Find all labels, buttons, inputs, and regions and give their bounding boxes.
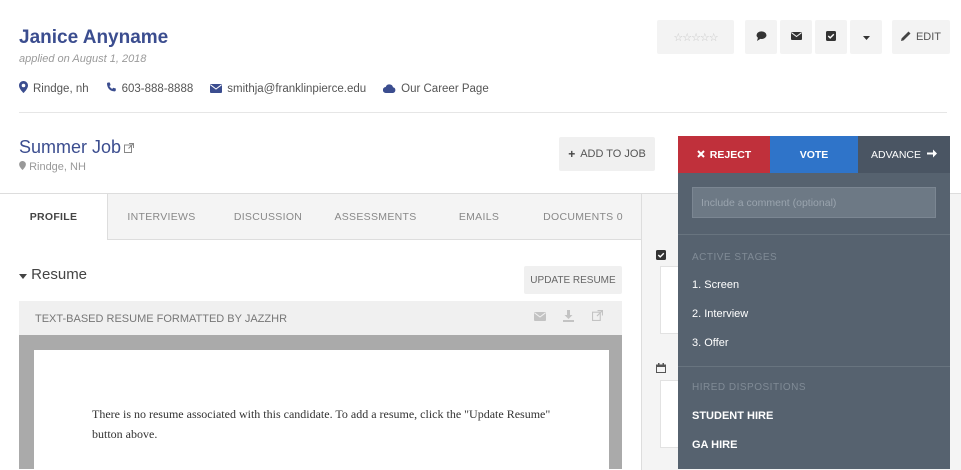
job-title[interactable]: Summer Job — [19, 137, 135, 158]
edit-label: EDIT — [915, 31, 942, 43]
menu-divider — [678, 366, 950, 367]
email-button[interactable] — [780, 20, 812, 54]
resume-empty-message: There is no resume associated with this … — [92, 407, 551, 441]
update-resume-button[interactable]: UPDATE RESUME — [524, 266, 622, 294]
location-text: Rindge, nh — [33, 82, 89, 95]
menu-divider — [678, 234, 950, 235]
plus-icon: + — [568, 147, 576, 161]
email-resume-icon[interactable] — [534, 310, 546, 324]
close-icon — [697, 149, 705, 161]
pencil-icon — [900, 31, 911, 44]
hired-option-student-hire[interactable]: STUDENT HIRE — [692, 410, 773, 422]
more-dropdown-button[interactable] — [850, 20, 882, 54]
tab-profile[interactable]: PROFILE — [0, 194, 108, 240]
stage-option-offer[interactable]: 3. Offer — [692, 337, 728, 349]
add-to-job-label: ADD TO JOB — [580, 148, 646, 160]
location-item: Rindge, nh — [19, 81, 89, 96]
rating-stars[interactable]: ☆☆☆☆☆ — [657, 20, 734, 54]
job-location-text: Rindge, NH — [29, 161, 86, 173]
candidate-name: Janice Anyname — [19, 27, 169, 48]
email-item[interactable]: smithja@franklinpierce.edu — [210, 82, 366, 96]
map-pin-icon — [19, 81, 28, 96]
resume-heading[interactable]: Resume — [19, 266, 87, 283]
advance-label: ADVANCE — [871, 148, 921, 161]
envelope-icon — [790, 31, 802, 43]
add-to-job-button[interactable]: + ADD TO JOB — [559, 137, 655, 171]
tab-assessments[interactable]: ASSESSMENTS — [323, 194, 428, 239]
email-text[interactable]: smithja@franklinpierce.edu — [227, 83, 366, 95]
checkbox-icon — [826, 30, 836, 44]
phone-icon — [106, 82, 117, 96]
tab-discussion[interactable]: DISCUSSION — [220, 194, 316, 239]
envelope-icon — [210, 82, 223, 96]
resume-toolbar-title: TEXT-BASED RESUME FORMATTED BY JAZZHR — [35, 313, 288, 325]
job-title-text[interactable]: Summer Job — [19, 137, 121, 157]
open-external-icon[interactable] — [592, 310, 603, 324]
reject-button[interactable]: REJECT — [678, 136, 770, 173]
task-button[interactable] — [815, 20, 847, 54]
header-divider — [19, 112, 947, 113]
stage-option-screen[interactable]: 1. Screen — [692, 279, 739, 291]
career-page-item[interactable]: Our Career Page — [382, 82, 489, 96]
stage-option-interview[interactable]: 2. Interview — [692, 308, 748, 320]
phone-text[interactable]: 603-888-8888 — [122, 83, 194, 95]
edit-button[interactable]: EDIT — [892, 20, 950, 54]
checkbox-icon — [656, 250, 666, 263]
hired-dispositions-header: HIRED DISPOSITIONS — [692, 382, 807, 393]
applied-date: applied on August 1, 2018 — [19, 53, 147, 65]
external-link-icon[interactable] — [124, 142, 135, 156]
vote-button[interactable]: VOTE — [770, 136, 858, 173]
career-page-text[interactable]: Our Career Page — [401, 83, 489, 95]
cloud-icon — [382, 82, 396, 96]
arrow-right-icon — [926, 149, 937, 161]
active-stages-header: ACTIVE STAGES — [692, 252, 778, 263]
advance-button[interactable]: ADVANCE — [858, 136, 950, 173]
comment-icon — [756, 30, 767, 44]
caret-down-icon — [862, 31, 870, 43]
profile-tabs: PROFILE INTERVIEWS DISCUSSION ASSESSMENT… — [0, 194, 641, 240]
caret-down-icon — [19, 266, 27, 283]
reject-label: REJECT — [709, 148, 752, 161]
tab-documents[interactable]: DOCUMENTS 0 — [530, 194, 636, 239]
job-location: Rindge, NH — [19, 161, 86, 173]
tab-interviews[interactable]: INTERVIEWS — [113, 194, 210, 239]
comment-input[interactable]: Include a comment (optional) — [692, 187, 936, 218]
tab-emails[interactable]: EMAILS — [440, 194, 518, 239]
map-pin-icon — [19, 161, 26, 173]
calendar-icon — [656, 363, 666, 376]
hired-option-ga-hire[interactable]: GA HIRE — [692, 439, 737, 451]
comment-button[interactable] — [745, 20, 777, 54]
phone-item[interactable]: 603-888-8888 — [106, 82, 194, 96]
download-icon[interactable] — [563, 310, 574, 325]
resume-heading-text: Resume — [31, 266, 88, 283]
contact-info: Rindge, nh 603-888-8888 smithja@franklin… — [19, 81, 489, 96]
